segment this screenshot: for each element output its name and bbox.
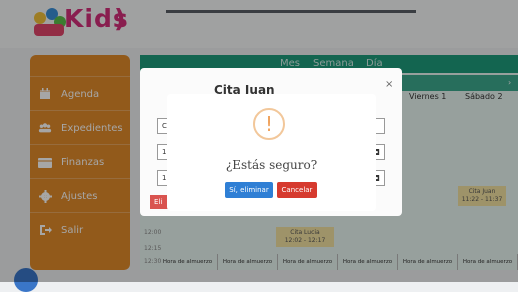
confirm-delete-button[interactable]: Sí, eliminar [225, 182, 273, 198]
close-icon[interactable]: × [385, 79, 393, 90]
warning-glyph: ! [264, 112, 274, 136]
warning-icon: ! [253, 108, 285, 140]
cancel-button[interactable]: Cancelar [277, 182, 317, 198]
dialog-title: ¿Estás seguro? [225, 158, 318, 172]
delete-label: Eli [154, 198, 163, 206]
